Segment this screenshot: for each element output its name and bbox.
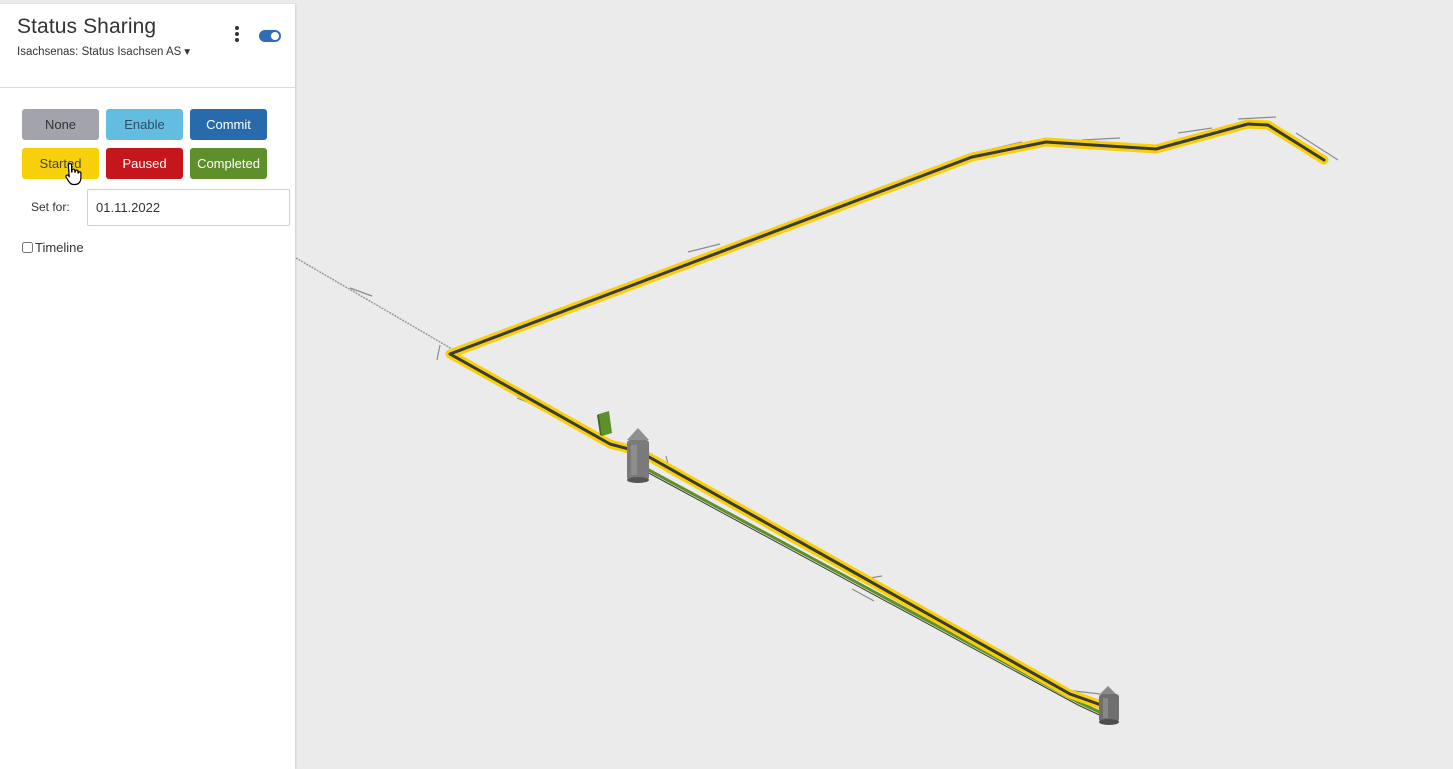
- pipe-core-upper: [448, 122, 1326, 356]
- set-for-label: Set for:: [31, 200, 70, 214]
- set-for-date-input[interactable]: [87, 189, 290, 226]
- background-pipe: [295, 257, 453, 350]
- panel-title: Status Sharing: [17, 15, 157, 38]
- highlighted-pipe-upper: [445, 119, 1329, 359]
- panel-toggle-switch[interactable]: [259, 30, 281, 42]
- timeline-checkbox[interactable]: [22, 242, 33, 253]
- tank-equipment-end: [1099, 686, 1119, 725]
- green-equipment: [597, 411, 612, 436]
- project-selector[interactable]: Isachsenas: Status Isachsen AS▼: [17, 46, 192, 58]
- status-started-button[interactable]: Started: [22, 148, 99, 179]
- kebab-menu-icon[interactable]: [231, 26, 243, 46]
- hand-pointer-cursor-icon: [65, 162, 82, 186]
- status-commit-button[interactable]: Commit: [190, 109, 267, 140]
- status-none-button[interactable]: None: [22, 109, 99, 140]
- toggle-knob: [271, 32, 279, 40]
- panel-header: Status Sharing Isachsenas: Status Isachs…: [0, 4, 295, 88]
- timeline-label: Timeline: [35, 240, 84, 255]
- status-completed-button[interactable]: Completed: [190, 148, 267, 179]
- timeline-option[interactable]: Timeline: [22, 240, 84, 255]
- status-paused-button[interactable]: Paused: [106, 148, 183, 179]
- caret-down-icon: ▼: [182, 47, 193, 58]
- status-enable-button[interactable]: Enable: [106, 109, 183, 140]
- status-sharing-panel: Status Sharing Isachsenas: Status Isachs…: [0, 4, 295, 769]
- tank-equipment-middle: [627, 428, 649, 483]
- project-label: Isachsenas: Status Isachsen AS: [17, 46, 182, 58]
